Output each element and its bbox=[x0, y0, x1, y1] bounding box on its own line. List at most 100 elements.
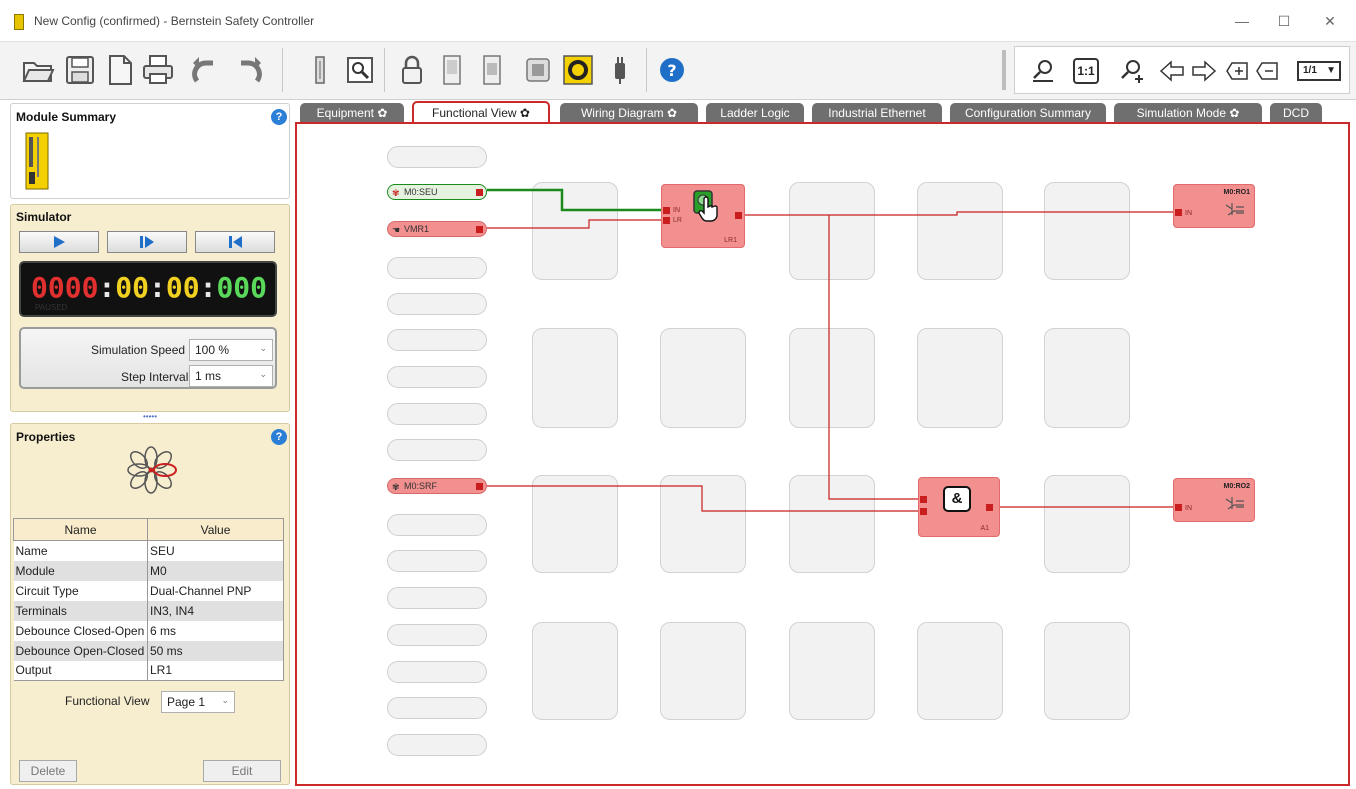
table-row[interactable]: Circuit Type Dual-Channel PNP bbox=[13, 580, 284, 601]
function-block-lr1[interactable]: IN LR LR1 bbox=[661, 184, 745, 248]
minimize-button[interactable]: — bbox=[1230, 10, 1254, 32]
empty-input-slot[interactable] bbox=[387, 146, 487, 168]
step-interval-select[interactable]: 1 ms ⌄ bbox=[189, 365, 273, 387]
empty-logic-slot[interactable] bbox=[1044, 328, 1130, 428]
empty-logic-slot[interactable] bbox=[789, 622, 875, 720]
empty-logic-slot[interactable] bbox=[789, 328, 875, 428]
close-button[interactable]: ✕ bbox=[1318, 10, 1342, 32]
clock-display: 0000:00:00:000 bbox=[31, 271, 267, 304]
arrow-right-icon[interactable] bbox=[1191, 59, 1217, 83]
table-row[interactable]: Name SEU bbox=[13, 540, 284, 561]
empty-logic-slot[interactable] bbox=[660, 622, 746, 720]
save-icon[interactable] bbox=[60, 50, 100, 90]
functional-view-canvas[interactable]: ✾ M0:SEU ☚ VMR1 ✾ M0:SRF IN LR LR1 & A1 M0:… bbox=[295, 122, 1350, 786]
terminal-icon[interactable] bbox=[300, 50, 340, 90]
empty-input-slot[interactable] bbox=[387, 403, 487, 425]
chevron-down-icon: ⌄ bbox=[221, 695, 229, 705]
step-button[interactable] bbox=[107, 231, 187, 253]
module-alt-icon[interactable] bbox=[472, 50, 512, 90]
empty-input-slot[interactable] bbox=[387, 514, 487, 536]
empty-logic-slot[interactable] bbox=[1044, 622, 1130, 720]
function-block-a1[interactable]: & A1 bbox=[918, 477, 1000, 537]
empty-input-slot[interactable] bbox=[387, 550, 487, 572]
simulator-panel: Simulator 0000:00:00:000 PAUSED Simulati… bbox=[10, 204, 290, 412]
empty-logic-slot[interactable] bbox=[917, 328, 1003, 428]
print-icon[interactable] bbox=[138, 50, 178, 90]
help-icon[interactable]: ? bbox=[271, 429, 287, 445]
simulator-title: Simulator bbox=[16, 210, 72, 224]
tab-configuration-summary[interactable]: Configuration Summary bbox=[950, 103, 1106, 123]
empty-logic-slot[interactable] bbox=[1044, 182, 1130, 280]
input-srf[interactable]: ✾ M0:SRF bbox=[387, 478, 487, 494]
toolbar-scrollbar[interactable] bbox=[1002, 50, 1006, 90]
table-row[interactable]: Debounce Open-Closed 50 ms bbox=[13, 640, 284, 661]
table-row[interactable]: Terminals IN3, IN4 bbox=[13, 600, 284, 621]
reset-button[interactable] bbox=[195, 231, 275, 253]
inspect-icon[interactable] bbox=[340, 50, 380, 90]
tab-equipment[interactable]: Equipment ✿ bbox=[300, 103, 404, 123]
empty-input-slot[interactable] bbox=[387, 587, 487, 609]
play-button[interactable] bbox=[19, 231, 99, 253]
empty-input-slot[interactable] bbox=[387, 257, 487, 279]
remove-page-icon[interactable] bbox=[1255, 60, 1279, 82]
input-vmr1[interactable]: ☚ VMR1 bbox=[387, 221, 487, 237]
page-selector[interactable]: 1/1 ▼ bbox=[1297, 61, 1341, 81]
empty-input-slot[interactable] bbox=[387, 661, 487, 683]
new-file-icon[interactable] bbox=[100, 50, 140, 90]
empty-logic-slot[interactable] bbox=[660, 475, 746, 573]
empty-logic-slot[interactable] bbox=[789, 182, 875, 280]
tab-dcd[interactable]: DCD bbox=[1270, 103, 1322, 123]
zoom-out-icon[interactable] bbox=[1029, 57, 1057, 85]
help-icon[interactable]: ? bbox=[652, 50, 692, 90]
settings-gear-icon[interactable] bbox=[558, 50, 598, 90]
edit-button[interactable]: Edit bbox=[203, 760, 281, 782]
output-ro2[interactable]: M0:RO2 IN bbox=[1173, 478, 1255, 522]
empty-logic-slot[interactable] bbox=[532, 475, 618, 573]
property-value: 50 ms bbox=[147, 640, 284, 661]
tab-wiring-diagram[interactable]: Wiring Diagram ✿ bbox=[560, 103, 698, 123]
tab-simulation-mode[interactable]: Simulation Mode ✿ bbox=[1114, 103, 1262, 123]
redo-icon[interactable] bbox=[230, 50, 270, 90]
empty-logic-slot[interactable] bbox=[917, 182, 1003, 280]
open-folder-icon[interactable] bbox=[18, 50, 58, 90]
empty-logic-slot[interactable] bbox=[1044, 475, 1130, 573]
empty-input-slot[interactable] bbox=[387, 624, 487, 646]
empty-input-slot[interactable] bbox=[387, 439, 487, 461]
empty-logic-slot[interactable] bbox=[917, 622, 1003, 720]
input-seu[interactable]: ✾ M0:SEU bbox=[387, 184, 487, 200]
empty-logic-slot[interactable] bbox=[789, 475, 875, 573]
functional-view-page-select[interactable]: Page 1 ⌄ bbox=[161, 691, 235, 713]
panel-splitter[interactable]: ••••• bbox=[10, 413, 290, 422]
table-row[interactable]: Output LR1 bbox=[13, 660, 284, 681]
table-row[interactable]: Debounce Closed-Open 6 ms bbox=[13, 620, 284, 641]
empty-logic-slot[interactable] bbox=[532, 622, 618, 720]
delete-button[interactable]: Delete bbox=[19, 760, 77, 782]
tab-ladder-logic[interactable]: Ladder Logic bbox=[706, 103, 804, 123]
maximize-button[interactable]: ☐ bbox=[1272, 10, 1296, 32]
empty-input-slot[interactable] bbox=[387, 697, 487, 719]
tab-functional-view[interactable]: Functional View ✿ bbox=[412, 101, 550, 124]
module-thumbnail[interactable] bbox=[25, 132, 49, 190]
empty-input-slot[interactable] bbox=[387, 734, 487, 756]
output-ro1[interactable]: M0:RO1 IN bbox=[1173, 184, 1255, 228]
arrow-left-icon[interactable] bbox=[1159, 59, 1185, 83]
simulation-speed-select[interactable]: 100 % ⌄ bbox=[189, 339, 273, 361]
table-row[interactable]: Module M0 bbox=[13, 560, 284, 581]
empty-input-slot[interactable] bbox=[387, 329, 487, 351]
empty-input-slot[interactable] bbox=[387, 293, 487, 315]
zoom-reset-button[interactable]: 1:1 bbox=[1073, 58, 1099, 84]
lock-icon[interactable] bbox=[392, 50, 432, 90]
module-icon[interactable] bbox=[432, 50, 472, 90]
empty-logic-slot[interactable] bbox=[532, 328, 618, 428]
tab-industrial-ethernet[interactable]: Industrial Ethernet bbox=[812, 103, 942, 123]
usb-plug-icon[interactable] bbox=[600, 50, 640, 90]
window-title: New Config (confirmed) - Bernstein Safet… bbox=[34, 14, 315, 28]
add-page-icon[interactable] bbox=[1225, 60, 1249, 82]
empty-logic-slot[interactable] bbox=[532, 182, 618, 280]
zoom-in-icon[interactable] bbox=[1117, 57, 1145, 85]
empty-logic-slot[interactable] bbox=[660, 328, 746, 428]
help-icon[interactable]: ? bbox=[271, 109, 287, 125]
undo-icon[interactable] bbox=[184, 50, 224, 90]
empty-input-slot[interactable] bbox=[387, 366, 487, 388]
chip-icon[interactable] bbox=[518, 50, 558, 90]
